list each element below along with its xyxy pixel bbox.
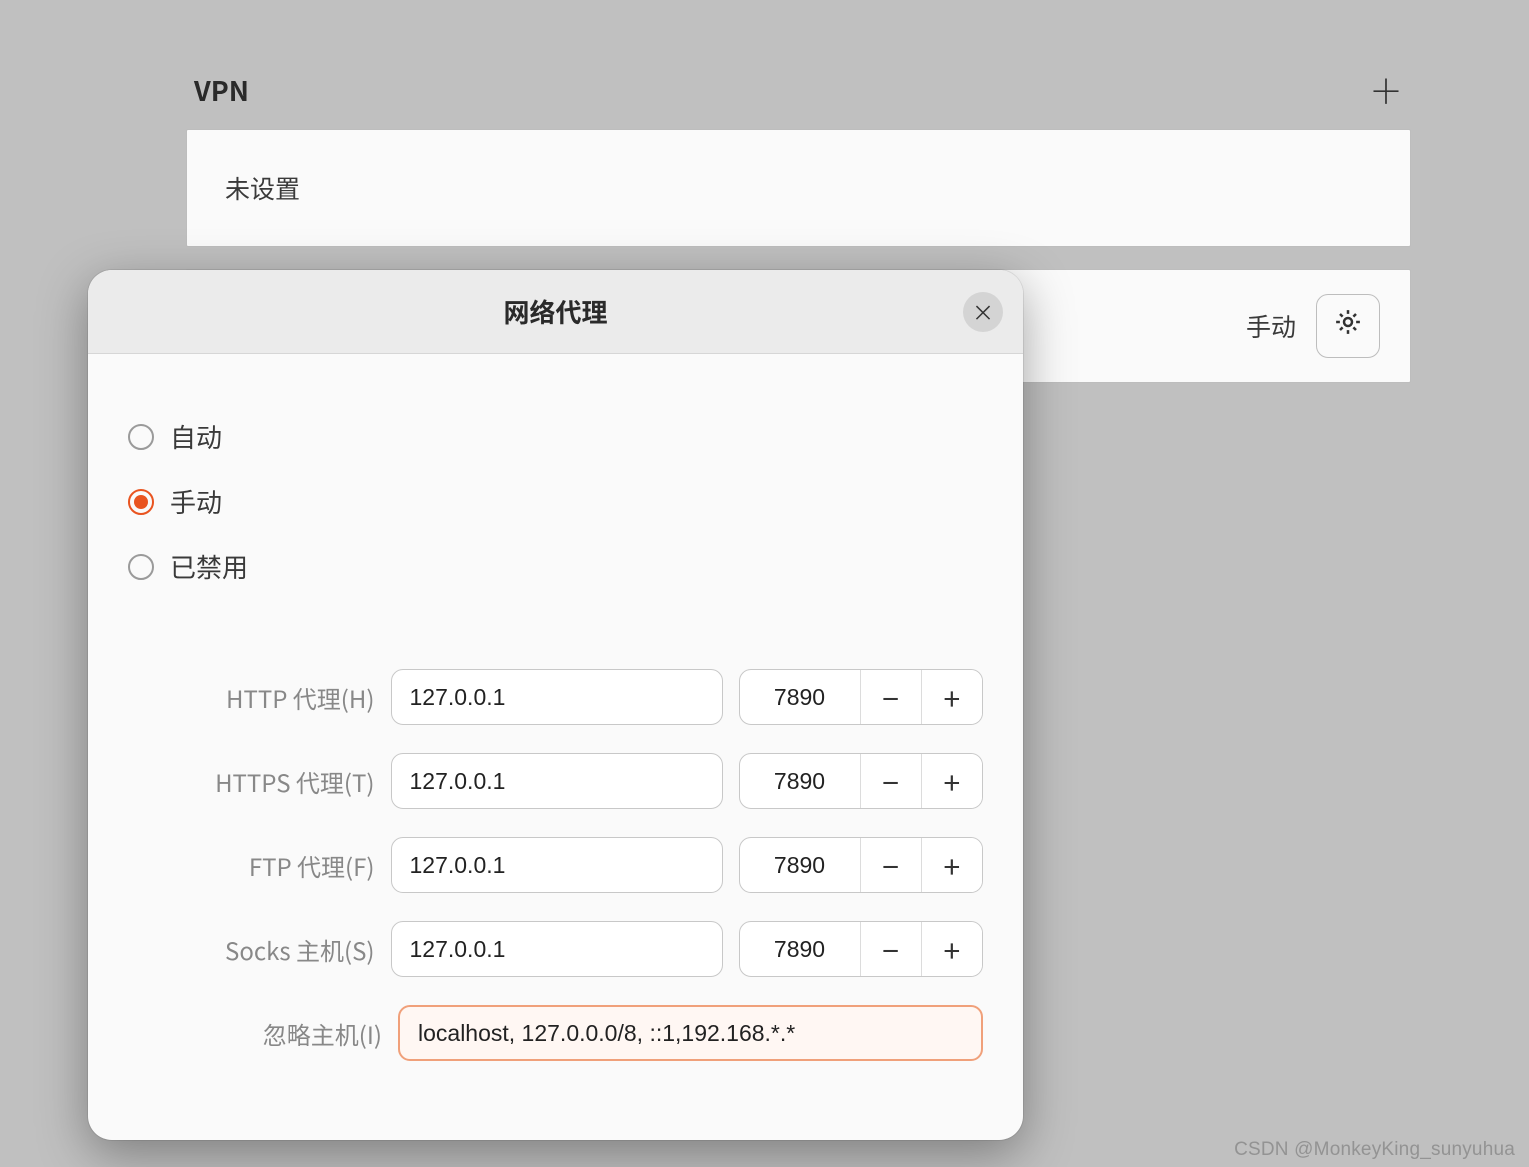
port-increment-button[interactable]: + bbox=[921, 922, 982, 976]
socks-proxy-port-group: − + bbox=[739, 921, 984, 977]
proxy-fields: HTTP 代理(H) − + HTTPS 代理(T) − + FTP 代理( bbox=[128, 669, 983, 1061]
http-proxy-port-input[interactable] bbox=[740, 670, 860, 724]
network-proxy-dialog: 网络代理 × 自动 手动 已禁用 HTTP 代理(H) bbox=[88, 270, 1023, 1140]
proxy-settings-button[interactable] bbox=[1316, 294, 1380, 358]
ftp-proxy-label: FTP 代理(F) bbox=[132, 848, 375, 883]
socks-proxy-row: Socks 主机(S) − + bbox=[132, 921, 983, 977]
vpn-section-header: VPN ＋ bbox=[186, 70, 1411, 129]
radio-auto[interactable]: 自动 bbox=[128, 404, 983, 469]
vpn-title: VPN bbox=[194, 70, 249, 109]
socks-proxy-host-input[interactable] bbox=[391, 921, 723, 977]
vpn-card: 未设置 bbox=[186, 129, 1411, 247]
dialog-title: 网络代理 bbox=[503, 293, 607, 330]
socks-proxy-port-input[interactable] bbox=[740, 922, 860, 976]
radio-indicator bbox=[128, 489, 154, 515]
radio-label: 自动 bbox=[170, 418, 222, 455]
https-proxy-port-group: − + bbox=[739, 753, 984, 809]
ftp-proxy-host-input[interactable] bbox=[391, 837, 723, 893]
https-proxy-label: HTTPS 代理(T) bbox=[132, 764, 375, 799]
dialog-body: 自动 手动 已禁用 HTTP 代理(H) − + bbox=[88, 354, 1023, 1091]
port-increment-button[interactable]: + bbox=[921, 670, 982, 724]
ignore-hosts-input[interactable] bbox=[398, 1005, 983, 1061]
ignore-hosts-label: 忽略主机(I) bbox=[132, 1016, 382, 1051]
port-decrement-button[interactable]: − bbox=[860, 670, 921, 724]
dialog-header: 网络代理 × bbox=[88, 270, 1023, 354]
ignore-hosts-row: 忽略主机(I) bbox=[132, 1005, 983, 1061]
add-vpn-button[interactable]: ＋ bbox=[1369, 73, 1403, 107]
close-button[interactable]: × bbox=[963, 292, 1003, 332]
ftp-proxy-port-input[interactable] bbox=[740, 838, 860, 892]
radio-indicator bbox=[128, 554, 154, 580]
ftp-proxy-port-group: − + bbox=[739, 837, 984, 893]
gear-icon bbox=[1333, 307, 1363, 345]
port-decrement-button[interactable]: − bbox=[860, 754, 921, 808]
port-decrement-button[interactable]: − bbox=[860, 838, 921, 892]
port-increment-button[interactable]: + bbox=[921, 838, 982, 892]
radio-disabled[interactable]: 已禁用 bbox=[128, 534, 983, 599]
radio-label: 已禁用 bbox=[170, 548, 248, 585]
proxy-mode-radio-group: 自动 手动 已禁用 bbox=[128, 404, 983, 599]
https-proxy-row: HTTPS 代理(T) − + bbox=[132, 753, 983, 809]
http-proxy-port-group: − + bbox=[739, 669, 984, 725]
http-proxy-host-input[interactable] bbox=[391, 669, 723, 725]
https-proxy-port-input[interactable] bbox=[740, 754, 860, 808]
socks-proxy-label: Socks 主机(S) bbox=[132, 932, 375, 967]
vpn-not-set-label: 未设置 bbox=[225, 170, 300, 206]
radio-manual[interactable]: 手动 bbox=[128, 469, 983, 534]
watermark: CSDN @MonkeyKing_sunyuhua bbox=[1234, 1139, 1515, 1161]
port-increment-button[interactable]: + bbox=[921, 754, 982, 808]
ftp-proxy-row: FTP 代理(F) − + bbox=[132, 837, 983, 893]
radio-indicator bbox=[128, 424, 154, 450]
http-proxy-row: HTTP 代理(H) − + bbox=[132, 669, 983, 725]
http-proxy-label: HTTP 代理(H) bbox=[132, 680, 375, 715]
proxy-status-label: 手动 bbox=[1246, 308, 1296, 344]
close-icon: × bbox=[972, 296, 994, 328]
https-proxy-host-input[interactable] bbox=[391, 753, 723, 809]
port-decrement-button[interactable]: − bbox=[860, 922, 921, 976]
radio-label: 手动 bbox=[170, 483, 222, 520]
